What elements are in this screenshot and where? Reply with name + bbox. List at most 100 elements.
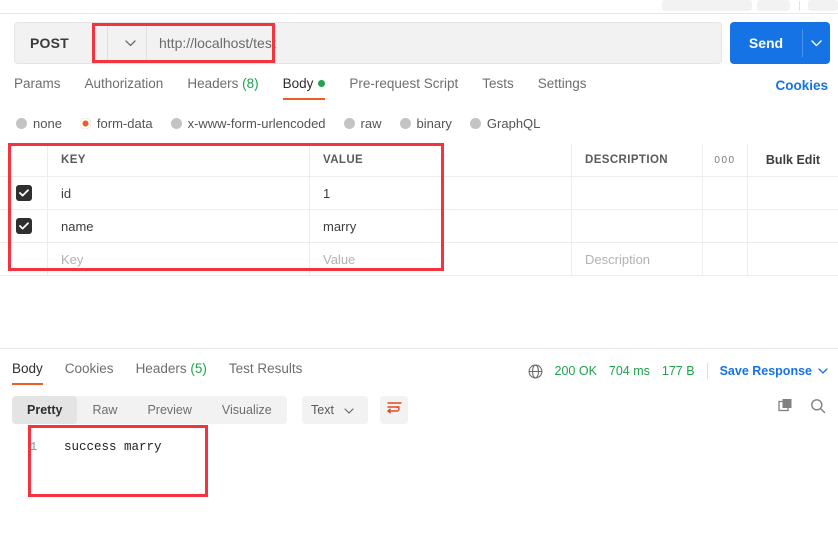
format-tab-raw[interactable]: Raw (77, 396, 132, 424)
response-body-text: success marry (64, 440, 162, 454)
response-headers-count-badge: (5) (190, 361, 207, 376)
request-tabs: Params Authorization Headers (8) Body Pr… (14, 76, 611, 104)
new-row-value-input[interactable]: Value (323, 252, 355, 267)
column-header-value: VALUE (323, 154, 363, 166)
radio-raw[interactable]: raw (344, 116, 382, 131)
column-header-key: KEY (61, 154, 86, 166)
search-icon[interactable] (810, 398, 826, 414)
copy-icon[interactable] (778, 398, 794, 414)
response-size: 177 B (662, 364, 695, 378)
response-tab-headers[interactable]: Headers (5) (136, 361, 207, 385)
response-format-tabs: Pretty Raw Preview Visualize (12, 396, 287, 424)
format-tab-preview[interactable]: Preview (132, 396, 206, 424)
radio-dot-icon (400, 118, 411, 129)
send-button-group[interactable]: Send (730, 22, 830, 64)
chevron-down-icon (125, 34, 136, 52)
radio-dot-icon (344, 118, 355, 129)
response-status-code: 200 OK (555, 364, 597, 378)
tab-authorization[interactable]: Authorization (85, 76, 164, 100)
response-type-select[interactable]: Text (302, 396, 368, 424)
tab-label: Cookies (65, 361, 114, 376)
chrome-separator (799, 1, 800, 11)
radio-graphql[interactable]: GraphQL (470, 116, 540, 131)
send-button[interactable]: Send (730, 22, 802, 64)
row-key-input[interactable]: name (61, 219, 94, 234)
line-number: 1 (30, 440, 48, 454)
tab-label: Test Results (229, 361, 303, 376)
save-response-button[interactable]: Save Response (720, 364, 812, 378)
chrome-pill-2 (757, 0, 790, 11)
response-tab-cookies[interactable]: Cookies (65, 361, 114, 385)
tab-settings[interactable]: Settings (538, 76, 587, 100)
row-trailing-cell (748, 243, 838, 275)
chrome-pill-1 (662, 0, 752, 11)
row-value-input[interactable]: 1 (323, 186, 330, 201)
row-value-input[interactable]: marry (323, 219, 356, 234)
url-input[interactable]: http://localhost/test (159, 22, 276, 64)
method-divider (107, 23, 108, 63)
row-checkbox-cell (0, 177, 48, 209)
send-options-button[interactable] (803, 22, 830, 64)
tab-label: Visualize (222, 403, 272, 417)
radio-dot-icon (470, 118, 481, 129)
radio-label: form-data (97, 116, 153, 131)
row-options-cell (703, 243, 748, 275)
tab-body[interactable]: Body (283, 76, 326, 100)
radio-binary[interactable]: binary (400, 116, 452, 131)
radio-label: none (33, 116, 62, 131)
radio-x-www-form-urlencoded[interactable]: x-www-form-urlencoded (171, 116, 326, 131)
radio-none[interactable]: none (16, 116, 62, 131)
tab-label: Headers (136, 361, 187, 376)
new-row-key-input[interactable]: Key (61, 252, 83, 267)
tab-pre-request-script[interactable]: Pre-request Script (349, 76, 458, 100)
tab-tests[interactable]: Tests (482, 76, 514, 100)
radio-dot-icon (171, 118, 182, 129)
table-row: id 1 (0, 177, 838, 210)
http-method-label[interactable]: POST (30, 22, 69, 64)
tab-label: Raw (92, 403, 117, 417)
column-header-description: DESCRIPTION (585, 154, 668, 166)
window-chrome-sliver (0, 0, 838, 14)
tab-headers[interactable]: Headers (8) (187, 76, 258, 100)
chrome-pill-3 (808, 0, 838, 11)
tab-label: Params (14, 76, 61, 91)
row-checkbox[interactable] (16, 218, 32, 234)
format-tab-pretty[interactable]: Pretty (12, 396, 77, 424)
headers-count-badge: (8) (242, 76, 259, 91)
table-options-icon[interactable]: 000 (714, 155, 735, 166)
method-dropdown-button[interactable] (114, 22, 146, 64)
form-data-table: KEY VALUE DESCRIPTION 000 Bulk Edit id 1 (0, 144, 838, 276)
cookies-link[interactable]: Cookies (775, 78, 828, 93)
chevron-down-icon (344, 401, 354, 419)
tab-params[interactable]: Params (14, 76, 61, 100)
response-type-value: Text (311, 403, 334, 417)
bulk-edit-button[interactable]: Bulk Edit (766, 153, 820, 167)
globe-icon (528, 364, 543, 379)
format-tab-visualize[interactable]: Visualize (207, 396, 287, 424)
row-key-input[interactable]: id (61, 186, 71, 201)
tab-label: Pre-request Script (349, 76, 458, 91)
row-trailing-cell (748, 177, 838, 209)
tab-label: Body (12, 361, 43, 376)
radio-dot-icon (16, 118, 27, 129)
radio-label: x-www-form-urlencoded (188, 116, 326, 131)
tab-label: Body (283, 76, 314, 91)
radio-label: GraphQL (487, 116, 540, 131)
new-row-description-input[interactable]: Description (585, 252, 650, 267)
response-status-bar: 200 OK 704 ms 177 B Save Response (528, 362, 828, 380)
radio-dot-icon (80, 118, 91, 129)
tab-label: Settings (538, 76, 587, 91)
url-divider (146, 23, 147, 63)
response-body-editor[interactable]: 1 success marry (12, 432, 826, 542)
tab-label: Authorization (85, 76, 164, 91)
wrap-text-button[interactable] (380, 396, 408, 424)
chevron-down-icon[interactable] (818, 368, 828, 374)
tab-label: Pretty (27, 403, 62, 417)
radio-form-data[interactable]: form-data (80, 116, 153, 131)
response-tab-body[interactable]: Body (12, 361, 43, 385)
tab-label: Headers (187, 76, 238, 91)
request-response-divider[interactable] (0, 348, 838, 349)
response-tab-test-results[interactable]: Test Results (229, 361, 303, 385)
body-type-radio-group: none form-data x-www-form-urlencoded raw… (16, 114, 558, 132)
row-checkbox[interactable] (16, 185, 32, 201)
